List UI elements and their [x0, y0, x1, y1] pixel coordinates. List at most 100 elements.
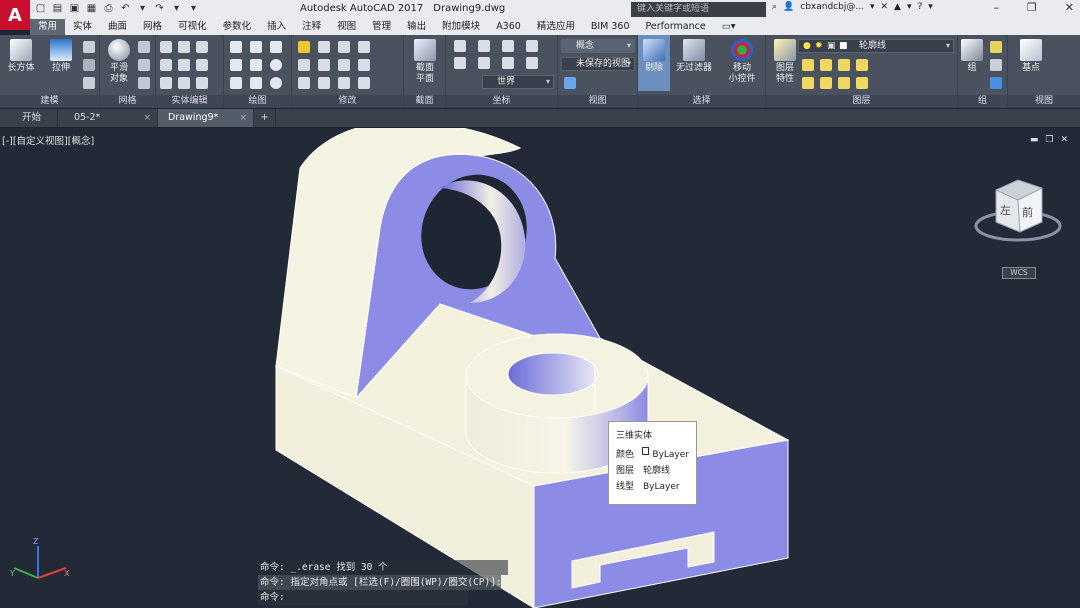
loft-icon[interactable]: [83, 77, 95, 89]
ucs-y-icon[interactable]: [502, 57, 514, 69]
solid-model[interactable]: Z X Y 左 前: [0, 128, 1080, 608]
panel-label-coordinates[interactable]: 坐标: [446, 95, 557, 108]
ribbon-tab[interactable]: 精选应用: [529, 19, 583, 35]
mirror-icon[interactable]: [338, 59, 350, 71]
file-tab-drawing9[interactable]: Drawing9* ×: [158, 109, 254, 127]
open-file-icon[interactable]: ▤: [51, 2, 64, 15]
panel-label-view-base[interactable]: 视图: [1008, 95, 1080, 108]
new-tab-button[interactable]: +: [254, 109, 276, 127]
group-edit-icon[interactable]: [990, 59, 1002, 71]
panel-label-modify[interactable]: 修改: [292, 95, 403, 108]
fillet-icon[interactable]: [298, 77, 310, 89]
exchange-icon[interactable]: ✕: [880, 2, 888, 12]
presspull-icon[interactable]: [83, 41, 95, 53]
wcs-menu[interactable]: WCS: [1002, 267, 1036, 279]
move-gizmo-button[interactable]: 移动 小控件: [724, 39, 760, 85]
mesh-refine-icon[interactable]: [138, 77, 150, 89]
panel-label-selection[interactable]: 选择: [638, 95, 765, 108]
ribbon-tab[interactable]: 可视化: [170, 19, 215, 35]
ucs-face-icon[interactable]: [526, 40, 538, 52]
restore-icon[interactable]: ❐: [1027, 1, 1037, 14]
ungroup-icon[interactable]: [990, 41, 1002, 53]
copy-icon[interactable]: [298, 59, 310, 71]
ribbon-tab[interactable]: 管理: [364, 19, 399, 35]
panel-label-modeling[interactable]: 建模: [0, 95, 99, 108]
move-icon[interactable]: [298, 41, 310, 53]
layer-freeze-icon[interactable]: [838, 59, 850, 71]
viewports-icon[interactable]: [564, 77, 576, 89]
line-icon[interactable]: [250, 41, 262, 53]
visual-style-combo[interactable]: 概念: [561, 39, 635, 53]
group-select-icon[interactable]: [990, 77, 1002, 89]
panel-label-groups[interactable]: 组: [958, 95, 1007, 108]
viewcube[interactable]: 左 前: [974, 179, 1062, 242]
ribbon-tab[interactable]: 曲面: [100, 19, 135, 35]
binoculars-icon[interactable]: ⌕: [772, 2, 777, 12]
redo-dropdown-icon[interactable]: ▾: [170, 2, 183, 15]
rotate-icon[interactable]: [318, 59, 330, 71]
ucs-previous-icon[interactable]: [502, 40, 514, 52]
ucs-z-icon[interactable]: [526, 57, 538, 69]
rectangle-icon[interactable]: [250, 77, 262, 89]
ellipse-icon[interactable]: [270, 77, 282, 89]
minimize-icon[interactable]: –: [993, 1, 999, 14]
group-button[interactable]: 组: [958, 39, 986, 74]
ribbon-tab[interactable]: A360: [488, 19, 529, 35]
extract-edges-icon[interactable]: [178, 41, 190, 53]
ucs-3point-icon[interactable]: [454, 57, 466, 69]
panel-label-mesh[interactable]: 网格: [100, 95, 155, 108]
culling-button[interactable]: 剔除: [638, 35, 670, 91]
layer-off-icon[interactable]: [802, 59, 814, 71]
ribbon-tab[interactable]: 视图: [329, 19, 364, 35]
layer-merge-icon[interactable]: [856, 77, 868, 89]
close-icon[interactable]: ×: [239, 109, 247, 127]
layer-previous-icon[interactable]: [820, 77, 832, 89]
undo-dropdown-icon[interactable]: ▾: [136, 2, 149, 15]
trim-icon[interactable]: [318, 77, 330, 89]
intersect-icon[interactable]: [160, 77, 172, 89]
layer-isolate-icon[interactable]: [820, 59, 832, 71]
subtract-icon[interactable]: [160, 59, 172, 71]
application-menu-button[interactable]: A: [0, 0, 30, 30]
arc-icon[interactable]: [270, 41, 282, 53]
command-input[interactable]: 命令:: [258, 590, 468, 605]
ribbon-tab[interactable]: 附加模块: [434, 19, 488, 35]
a360-icon[interactable]: ▲: [894, 2, 901, 12]
extrude-faces-icon[interactable]: [196, 41, 208, 53]
ribbon-tab[interactable]: 网格: [135, 19, 170, 35]
revolve-icon[interactable]: [83, 59, 95, 71]
smooth-object-button[interactable]: 平滑 对象: [102, 39, 136, 85]
redo-icon[interactable]: ↷: [153, 2, 166, 15]
no-filter-button[interactable]: 无过滤器: [674, 39, 714, 74]
ribbon-tab[interactable]: BIM 360: [583, 19, 638, 35]
ucs-icon[interactable]: [454, 40, 466, 52]
construction-line-icon[interactable]: [250, 59, 262, 71]
ribbon-tab[interactable]: 参数化: [215, 19, 260, 35]
help-icon[interactable]: ?: [917, 2, 922, 12]
3d-rotate-icon[interactable]: [338, 41, 350, 53]
save-icon[interactable]: ▣: [68, 2, 81, 15]
command-line[interactable]: 命令: _.erase 找到 30 个 命令: 指定对角点或 [栏选(F)/圈围…: [258, 560, 508, 608]
ribbon-tab-options-icon[interactable]: ▭▾: [714, 19, 744, 35]
chevron-down-icon[interactable]: ▾: [870, 2, 875, 12]
base-view-button[interactable]: 基点: [1014, 39, 1048, 74]
ribbon-tab[interactable]: 注释: [294, 19, 329, 35]
interfere-icon[interactable]: [178, 77, 190, 89]
ribbon-tab[interactable]: Performance: [638, 19, 714, 35]
box-button[interactable]: 长方体: [4, 39, 38, 74]
named-view-combo[interactable]: 未保存的视图: [561, 57, 635, 71]
panel-label-view[interactable]: 视图: [558, 95, 637, 108]
viewcube-front-face[interactable]: 前: [1022, 205, 1033, 219]
save-as-icon[interactable]: ▦: [85, 2, 98, 15]
ucs-x-icon[interactable]: [478, 57, 490, 69]
offset-icon[interactable]: [358, 77, 370, 89]
layer-properties-button[interactable]: 图层 特性: [768, 39, 802, 85]
ribbon-tab[interactable]: 输出: [399, 19, 434, 35]
circle-icon[interactable]: [270, 59, 282, 71]
user-icon[interactable]: 👤: [783, 2, 794, 12]
ribbon-tab[interactable]: 常用: [30, 19, 66, 35]
ucs-combo[interactable]: 世界: [482, 75, 554, 89]
panel-label-section[interactable]: 截面: [404, 95, 445, 108]
username[interactable]: cbxandcbj@...: [800, 2, 864, 12]
file-tab-start[interactable]: 开始: [0, 109, 58, 127]
